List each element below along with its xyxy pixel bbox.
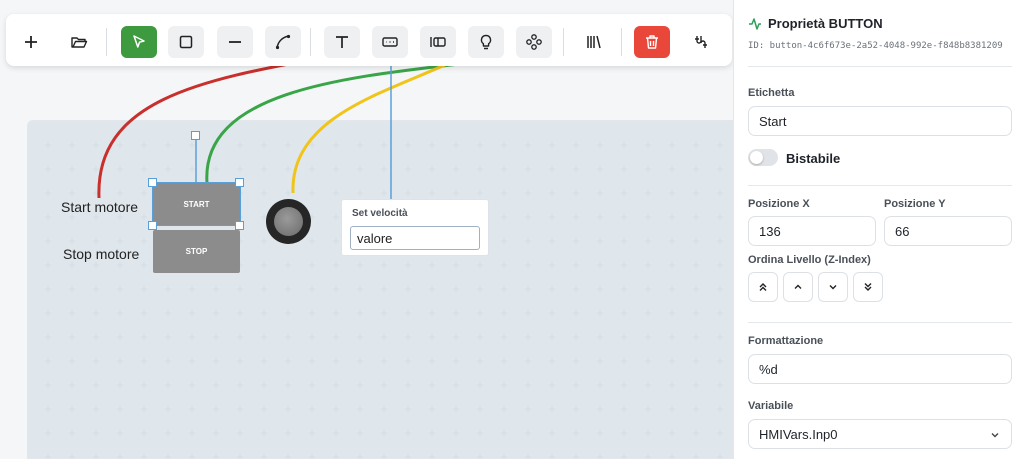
speed-input-label: Set velocità bbox=[352, 208, 408, 219]
selection-box bbox=[152, 182, 241, 226]
curve-icon bbox=[275, 34, 291, 50]
library-button[interactable] bbox=[576, 26, 612, 58]
open-button[interactable] bbox=[61, 26, 97, 58]
hmi-editor: Start motore Stop motore START STOP Set … bbox=[0, 0, 1024, 459]
red-wire bbox=[97, 55, 327, 199]
rotate-handle[interactable] bbox=[191, 131, 200, 140]
speed-input-field[interactable]: valore bbox=[350, 226, 480, 250]
cursor-arrow-icon bbox=[133, 35, 145, 48]
chevron-down-icon bbox=[829, 285, 837, 290]
component-tool-button[interactable] bbox=[516, 26, 552, 58]
chevrons-down-icon bbox=[864, 283, 872, 291]
green-wire bbox=[205, 55, 519, 184]
stop-motor-label: Stop motore bbox=[63, 246, 140, 262]
text-tool-button[interactable] bbox=[324, 26, 360, 58]
posizione-y-input[interactable]: 66 bbox=[884, 216, 1012, 246]
chevron-up-icon bbox=[794, 284, 802, 289]
variabile-label: Variabile bbox=[748, 400, 794, 412]
speed-input-widget[interactable]: Set velocità valore bbox=[341, 199, 489, 256]
chevrons-up-icon bbox=[759, 283, 767, 291]
divider bbox=[748, 185, 1012, 186]
toolbar bbox=[6, 14, 732, 66]
etichetta-label: Etichetta bbox=[748, 87, 795, 99]
add-button[interactable] bbox=[13, 26, 49, 58]
hmi-stop-button[interactable]: STOP bbox=[153, 230, 240, 273]
lamp-tool-button[interactable] bbox=[468, 26, 504, 58]
trash-icon bbox=[646, 35, 658, 49]
input-box-icon bbox=[382, 37, 398, 47]
bring-forward-button[interactable] bbox=[783, 272, 813, 302]
variables-icon bbox=[695, 36, 707, 48]
minus-icon bbox=[229, 41, 241, 43]
input-tool-button[interactable] bbox=[372, 26, 408, 58]
variables-button[interactable] bbox=[683, 26, 719, 58]
resize-handle-tl[interactable] bbox=[148, 178, 157, 187]
bistabile-label: Bistabile bbox=[786, 151, 841, 166]
toolbar-separator bbox=[310, 28, 311, 56]
send-backward-button[interactable] bbox=[818, 272, 848, 302]
bistabile-toggle[interactable] bbox=[748, 149, 778, 166]
component-icon bbox=[526, 34, 542, 50]
resize-handle-bl[interactable] bbox=[148, 221, 157, 230]
delete-button[interactable] bbox=[634, 26, 670, 58]
posizione-x-label: Posizione X bbox=[748, 198, 810, 210]
rectangle-tool-button[interactable] bbox=[168, 26, 204, 58]
toolbar-separator bbox=[106, 28, 107, 56]
element-id: ID: button-4c6f673e-2a52-4048-992e-f848b… bbox=[748, 41, 1003, 51]
start-motor-label: Start motore bbox=[61, 199, 139, 215]
resize-handle-tr[interactable] bbox=[235, 178, 244, 187]
activity-icon bbox=[749, 17, 761, 30]
folder-open-icon bbox=[71, 37, 88, 48]
text-t-icon bbox=[336, 36, 348, 48]
send-to-back-button[interactable] bbox=[853, 272, 883, 302]
line-tool-button[interactable] bbox=[217, 26, 253, 58]
button-tool-button[interactable] bbox=[420, 26, 456, 58]
divider bbox=[748, 66, 1012, 67]
select-tool-button[interactable] bbox=[121, 26, 157, 58]
library-icon bbox=[587, 35, 601, 49]
canvas-area: Start motore Stop motore START STOP Set … bbox=[0, 0, 733, 459]
toolbar-separator bbox=[621, 28, 622, 56]
properties-panel: Proprietà BUTTON ID: button-4c6f673e-2a5… bbox=[733, 0, 1024, 459]
bring-to-front-button[interactable] bbox=[748, 272, 778, 302]
resize-handle-br[interactable] bbox=[235, 221, 244, 230]
posizione-x-input[interactable]: 136 bbox=[748, 216, 876, 246]
variabile-select[interactable]: HMIVars.Inp0 bbox=[748, 419, 1012, 449]
panel-header: Proprietà BUTTON bbox=[748, 16, 883, 31]
panel-title: Proprietà BUTTON bbox=[768, 16, 883, 31]
formattazione-label: Formattazione bbox=[748, 335, 824, 347]
lightbulb-icon bbox=[480, 34, 492, 50]
toolbar-separator bbox=[563, 28, 564, 56]
formattazione-input[interactable]: %d bbox=[748, 354, 1012, 384]
button-icon bbox=[430, 37, 446, 47]
lamp-indicator[interactable] bbox=[266, 199, 311, 244]
curve-tool-button[interactable] bbox=[265, 26, 301, 58]
chevron-down-icon bbox=[991, 433, 999, 438]
variabile-value: HMIVars.Inp0 bbox=[759, 426, 838, 442]
posizione-y-label: Posizione Y bbox=[884, 198, 946, 210]
etichetta-input[interactable]: Start bbox=[748, 106, 1012, 136]
divider bbox=[748, 322, 1012, 323]
square-icon bbox=[179, 35, 193, 49]
plus-icon bbox=[25, 36, 37, 48]
zindex-label: Ordina Livello (Z-Index) bbox=[748, 254, 871, 266]
